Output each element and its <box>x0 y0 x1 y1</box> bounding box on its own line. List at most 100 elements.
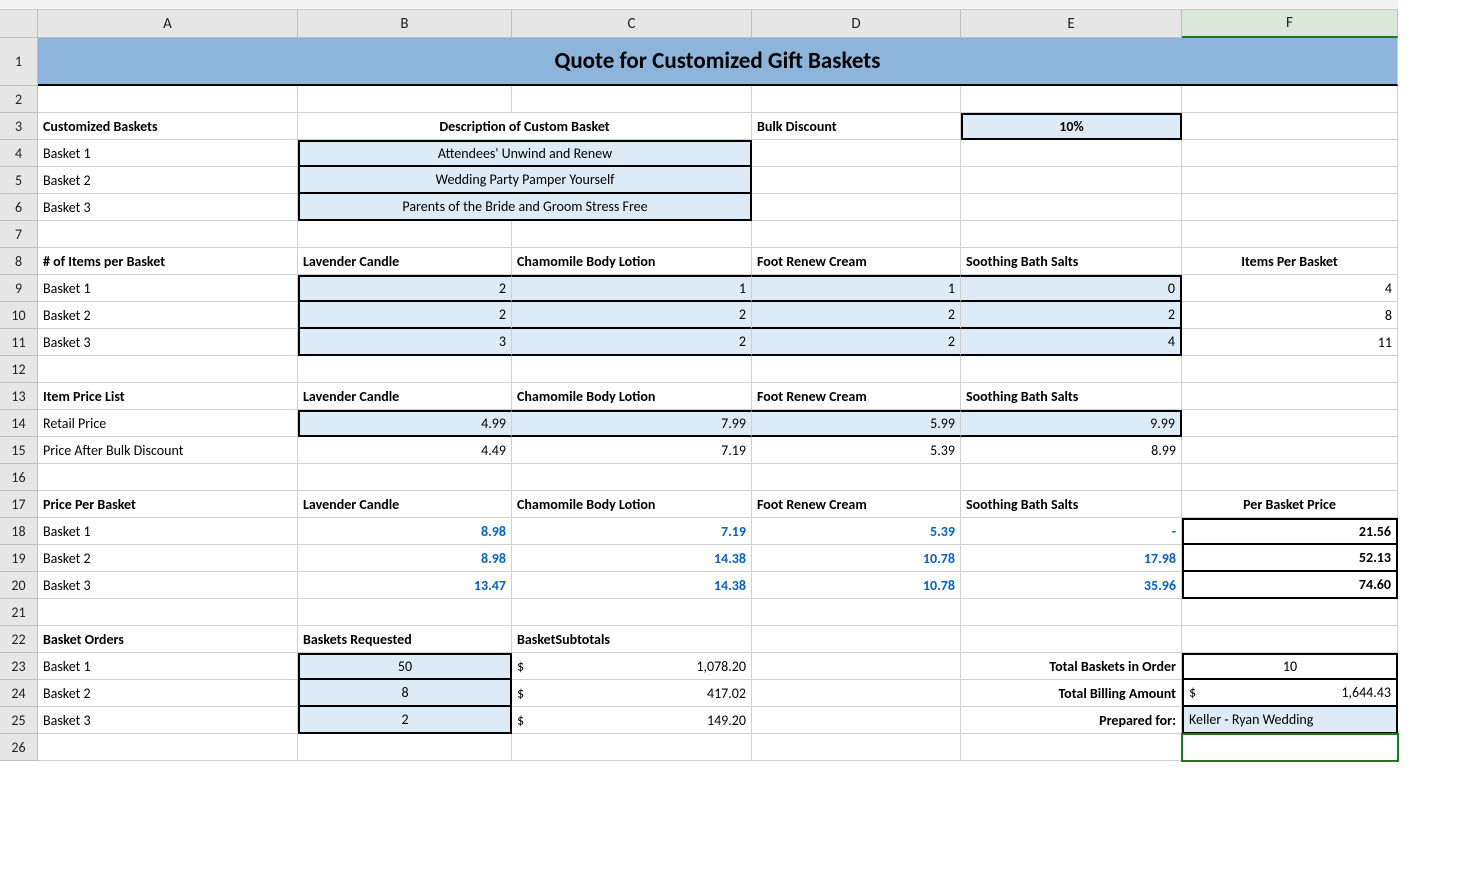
hdr-baskets-requested[interactable]: Baskets Requested <box>298 626 512 653</box>
cell[interactable] <box>1182 437 1398 464</box>
cell[interactable] <box>1182 167 1398 194</box>
cell[interactable] <box>512 734 752 761</box>
retail-foot[interactable]: 5.99 <box>752 410 961 437</box>
label-items-per-basket-hdr[interactable]: # of Items per Basket <box>38 248 298 275</box>
ppb-b1-lav[interactable]: 8.98 <box>298 518 512 545</box>
orders-b3-req[interactable]: 2 <box>298 707 512 734</box>
cell[interactable] <box>1182 194 1398 221</box>
row-header-6[interactable]: 6 <box>0 194 38 221</box>
total-billing-value[interactable]: $1,644.43 <box>1182 680 1398 707</box>
cell[interactable] <box>961 140 1182 167</box>
cell[interactable] <box>1182 383 1398 410</box>
ppb-b3-lav[interactable]: 13.47 <box>298 572 512 599</box>
cell[interactable] <box>752 221 961 248</box>
active-cell-F26[interactable] <box>1182 734 1398 761</box>
row-header-18[interactable]: 18 <box>0 518 38 545</box>
orders-b2-req[interactable]: 8 <box>298 680 512 707</box>
retail-lav[interactable]: 4.99 <box>298 410 512 437</box>
cell[interactable] <box>38 356 298 383</box>
label-price-list[interactable]: Item Price List <box>38 383 298 410</box>
ppb-b3-cham[interactable]: 14.38 <box>512 572 752 599</box>
items-b2-cham[interactable]: 2 <box>512 302 752 329</box>
items-b3-foot[interactable]: 2 <box>752 329 961 356</box>
items-b3-lav[interactable]: 3 <box>298 329 512 356</box>
label-after-discount[interactable]: Price After Bulk Discount <box>38 437 298 464</box>
desc-basket-1[interactable]: Attendees' Unwind and Renew <box>298 140 752 167</box>
cell[interactable] <box>512 221 752 248</box>
col-header-D[interactable]: D <box>752 10 961 38</box>
orders-b1-req[interactable]: 50 <box>298 653 512 680</box>
row-header-8[interactable]: 8 <box>0 248 38 275</box>
orders-b1-label[interactable]: Basket 1 <box>38 653 298 680</box>
ppb-b1-label[interactable]: Basket 1 <box>38 518 298 545</box>
hdr-lav3[interactable]: Lavender Candle <box>298 491 512 518</box>
hdr-cham3[interactable]: Chamomile Body Lotion <box>512 491 752 518</box>
row-header-14[interactable]: 14 <box>0 410 38 437</box>
label-price-per-basket[interactable]: Price Per Basket <box>38 491 298 518</box>
cell[interactable] <box>512 86 752 113</box>
cell[interactable] <box>1182 221 1398 248</box>
ppb-b2-total[interactable]: 52.13 <box>1182 545 1398 572</box>
label-total-baskets[interactable]: Total Baskets in Order <box>961 653 1182 680</box>
cell[interactable] <box>1182 599 1398 626</box>
row-header-24[interactable]: 24 <box>0 680 38 707</box>
spreadsheet-grid[interactable]: A B C D E F 1 Quote for Customized Gift … <box>0 0 1480 761</box>
cell[interactable] <box>961 194 1182 221</box>
row-header-17[interactable]: 17 <box>0 491 38 518</box>
ppb-b3-foot[interactable]: 10.78 <box>752 572 961 599</box>
col-header-C[interactable]: C <box>512 10 752 38</box>
items-b2-total[interactable]: 8 <box>1182 302 1398 329</box>
cell[interactable] <box>1182 140 1398 167</box>
cell[interactable] <box>752 140 961 167</box>
cell[interactable] <box>38 599 298 626</box>
cell[interactable] <box>961 464 1182 491</box>
col-header-F[interactable]: F <box>1182 10 1398 38</box>
label-bulk-discount[interactable]: Bulk Discount <box>752 113 961 140</box>
label-retail[interactable]: Retail Price <box>38 410 298 437</box>
label-b3[interactable]: Basket 3 <box>38 329 298 356</box>
label-description[interactable]: Description of Custom Basket <box>298 113 752 140</box>
items-b3-cham[interactable]: 2 <box>512 329 752 356</box>
select-all-corner[interactable] <box>0 10 38 38</box>
ppb-b2-foot[interactable]: 10.78 <box>752 545 961 572</box>
hdr-items-per-basket[interactable]: Items Per Basket <box>1182 248 1398 275</box>
cell[interactable] <box>752 464 961 491</box>
row-header-16[interactable]: 16 <box>0 464 38 491</box>
items-b2-salts[interactable]: 2 <box>961 302 1182 329</box>
row-header-1[interactable]: 1 <box>0 38 38 86</box>
hdr-foot[interactable]: Foot Renew Cream <box>752 248 961 275</box>
label-prepared-for[interactable]: Prepared for: <box>961 707 1182 734</box>
row-header-5[interactable]: 5 <box>0 167 38 194</box>
label-b1[interactable]: Basket 1 <box>38 275 298 302</box>
retail-cham[interactable]: 7.99 <box>512 410 752 437</box>
hdr-foot2[interactable]: Foot Renew Cream <box>752 383 961 410</box>
row-header-12[interactable]: 12 <box>0 356 38 383</box>
cell[interactable] <box>752 734 961 761</box>
cell[interactable] <box>961 626 1182 653</box>
ppb-b3-salts[interactable]: 35.96 <box>961 572 1182 599</box>
row-header-25[interactable]: 25 <box>0 707 38 734</box>
items-b1-salts[interactable]: 0 <box>961 275 1182 302</box>
cell[interactable] <box>752 599 961 626</box>
items-b1-cham[interactable]: 1 <box>512 275 752 302</box>
label-total-billing[interactable]: Total Billing Amount <box>961 680 1182 707</box>
after-foot[interactable]: 5.39 <box>752 437 961 464</box>
hdr-lavender[interactable]: Lavender Candle <box>298 248 512 275</box>
ppb-b1-salts[interactable]: - <box>961 518 1182 545</box>
after-lav[interactable]: 4.49 <box>298 437 512 464</box>
cell[interactable] <box>1182 86 1398 113</box>
orders-b3-sub[interactable]: $149.20 <box>512 707 752 734</box>
row-header-15[interactable]: 15 <box>0 437 38 464</box>
ppb-b1-cham[interactable]: 7.19 <box>512 518 752 545</box>
cell[interactable] <box>1182 113 1398 140</box>
cell[interactable] <box>1182 464 1398 491</box>
ppb-b3-label[interactable]: Basket 3 <box>38 572 298 599</box>
hdr-foot3[interactable]: Foot Renew Cream <box>752 491 961 518</box>
row-header-19[interactable]: 19 <box>0 545 38 572</box>
after-salts[interactable]: 8.99 <box>961 437 1182 464</box>
hdr-chamomile[interactable]: Chamomile Body Lotion <box>512 248 752 275</box>
cell[interactable] <box>38 221 298 248</box>
orders-b1-sub[interactable]: $1,078.20 <box>512 653 752 680</box>
label-b2[interactable]: Basket 2 <box>38 302 298 329</box>
orders-b2-label[interactable]: Basket 2 <box>38 680 298 707</box>
